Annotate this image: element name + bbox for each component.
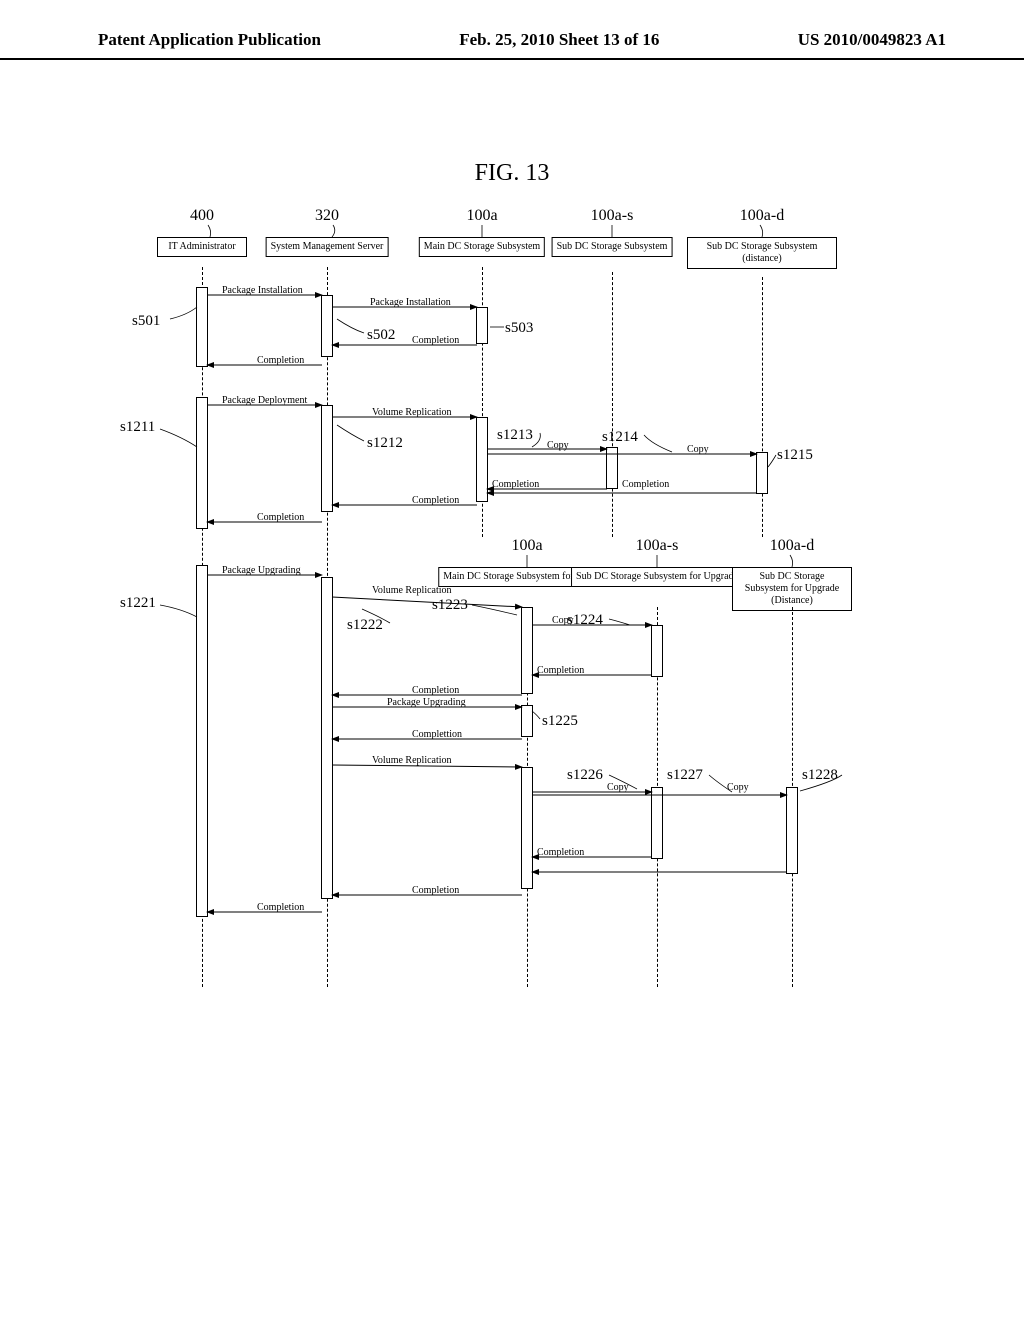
message: Complettion: [412, 729, 462, 740]
header-center: Feb. 25, 2010 Sheet 13 of 16: [459, 30, 659, 50]
step-label: s1223: [432, 597, 468, 614]
activation: [321, 295, 333, 357]
participant-box: Sub DC Storage Subsystem (distance): [687, 237, 837, 269]
header-right: US 2010/0049823 A1: [798, 30, 946, 50]
message: Package Deployment: [222, 395, 307, 406]
figure-title: FIG. 13: [0, 160, 1024, 187]
participant-box: Sub DC Storage Subsystem for Upgrade: [571, 567, 743, 587]
message: Volume Replication: [372, 407, 452, 418]
participant-num: 100a-d: [770, 537, 814, 555]
activation: [606, 447, 618, 489]
activation: [196, 287, 208, 367]
activation: [476, 307, 488, 344]
activation: [521, 607, 533, 694]
step-label: s1221: [120, 595, 156, 612]
message: Completion: [412, 495, 459, 506]
activation: [521, 767, 533, 889]
step-label: s1225: [542, 713, 578, 730]
message: Copy: [607, 782, 629, 793]
activation: [521, 705, 533, 737]
participant-box: Sub DC Storage Subsystem for Upgrade (Di…: [732, 567, 852, 611]
message: Package Upgrading: [222, 565, 301, 576]
activation: [321, 577, 333, 899]
message: Completion: [412, 885, 459, 896]
participant-num: 100a: [511, 537, 542, 555]
message: Completion: [257, 355, 304, 366]
participant-box: Sub DC Storage Subsystem: [552, 237, 673, 257]
message: Volume Replication: [372, 585, 452, 596]
step-label: s1213: [497, 427, 533, 444]
participant-num: 100a-d: [740, 207, 784, 225]
step-label: s1215: [777, 447, 813, 464]
step-label: s503: [505, 320, 533, 337]
step-label: s1214: [602, 429, 638, 446]
message: Package Upgrading: [387, 697, 466, 708]
message: Completion: [257, 512, 304, 523]
step-label: s1224: [567, 612, 603, 629]
activation: [476, 417, 488, 502]
participant-num: 320: [315, 207, 339, 225]
lifeline: [762, 277, 763, 537]
participant-num: 100a: [466, 207, 497, 225]
message: Copy: [727, 782, 749, 793]
activation: [196, 397, 208, 529]
message: Completion: [537, 665, 584, 676]
participant-box: IT Administrator: [157, 237, 247, 257]
activation: [756, 452, 768, 494]
participant-box: Main DC Storage Subsystem: [419, 237, 545, 257]
page-header: Patent Application Publication Feb. 25, …: [0, 0, 1024, 60]
message: Completion: [492, 479, 539, 490]
participant-box: System Management Server: [266, 237, 389, 257]
message: Completion: [257, 902, 304, 913]
message: Package Installation: [222, 285, 303, 296]
message: Copy: [687, 444, 709, 455]
header-left: Patent Application Publication: [98, 30, 321, 50]
message: Completion: [622, 479, 669, 490]
activation: [321, 405, 333, 512]
message: Copy: [547, 440, 569, 451]
step-label: s1212: [367, 435, 403, 452]
message: Completion: [537, 847, 584, 858]
lifeline: [612, 272, 613, 537]
message: Volume Replication: [372, 755, 452, 766]
participant-num: 100a-s: [591, 207, 634, 225]
activation: [196, 565, 208, 917]
message: Package Installation: [370, 297, 451, 308]
sequence-diagram: 400 320 100a 100a-s 100a-d IT Administra…: [112, 207, 912, 1007]
activation: [786, 787, 798, 874]
step-label: s1228: [802, 767, 838, 784]
step-label: s502: [367, 327, 395, 344]
participant-num: 100a-s: [636, 537, 679, 555]
message: Completion: [412, 685, 459, 696]
step-label: s1211: [120, 419, 155, 436]
message: Completion: [412, 335, 459, 346]
participant-num: 400: [190, 207, 214, 225]
step-label: s501: [132, 313, 160, 330]
activation: [651, 787, 663, 859]
step-label: s1227: [667, 767, 703, 784]
step-label: s1222: [347, 617, 383, 634]
step-label: s1226: [567, 767, 603, 784]
activation: [651, 625, 663, 677]
